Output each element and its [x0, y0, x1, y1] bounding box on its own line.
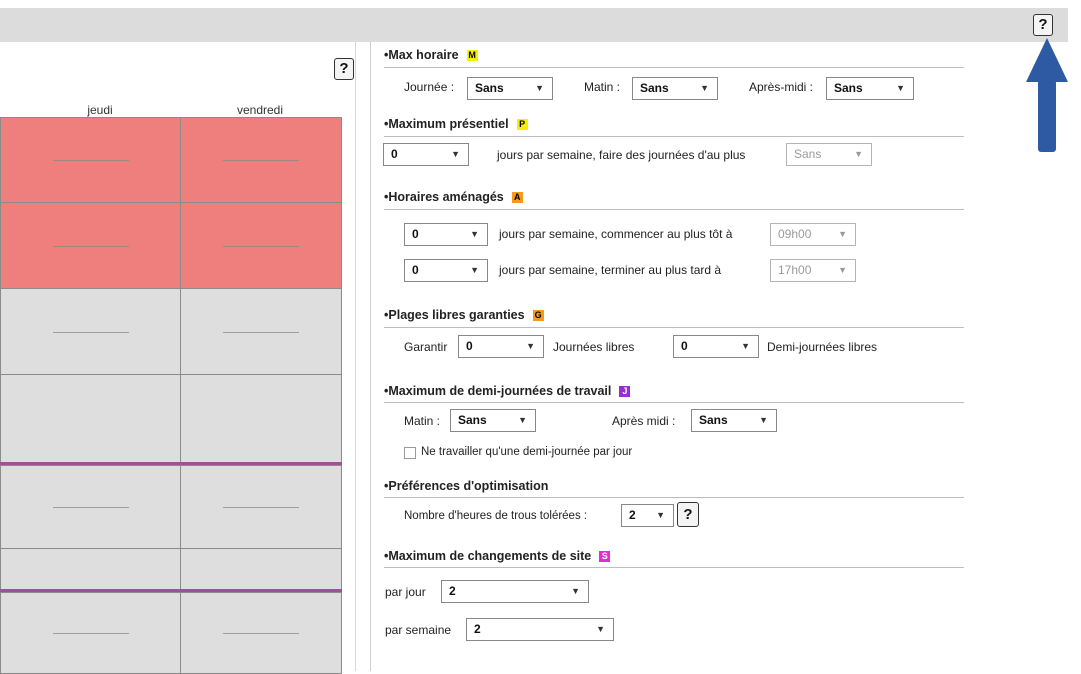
matin-label: Matin : — [584, 80, 621, 94]
timetable-cell[interactable] — [0, 288, 181, 375]
dropdown-arrow-icon: ▼ — [838, 265, 847, 275]
dropdown-arrow-icon: ▼ — [526, 341, 535, 351]
dropdown-arrow-icon: ▼ — [854, 149, 863, 159]
section-title-max-horaire: •Max horaire M — [384, 48, 478, 62]
section-rule — [384, 402, 964, 403]
section-title-changements-site: •Maximum de changements de site S — [384, 549, 611, 563]
dropdown-arrow-icon: ▼ — [896, 83, 905, 93]
dropdown-arrow-icon: ▼ — [470, 229, 479, 239]
badge-s: S — [599, 551, 611, 562]
section-title-optimisation: •Préférences d'optimisation — [384, 479, 549, 493]
dropdown-arrow-icon: ▼ — [451, 149, 460, 159]
section-rule — [384, 136, 964, 137]
apres-midi-select[interactable]: Sans ▼ — [826, 77, 914, 100]
section-rule — [384, 67, 964, 68]
timetable-cell[interactable] — [180, 202, 342, 289]
demi-journees-libres-select[interactable]: 0 ▼ — [673, 335, 759, 358]
badge-m: M — [466, 50, 478, 61]
dj-matin-select[interactable]: Sans ▼ — [450, 409, 536, 432]
timetable-cell[interactable] — [180, 117, 342, 203]
panel-divider — [370, 42, 371, 671]
timetable-cell[interactable] — [180, 548, 342, 590]
journees-libres-label: Journées libres — [553, 340, 635, 354]
timetable-cell[interactable] — [180, 374, 342, 464]
section-title-demi-journees: •Maximum de demi-journées de travail J — [384, 384, 631, 398]
demi-journee-checkbox-label: Ne travailler qu'une demi-journée par jo… — [421, 446, 633, 458]
badge-g: G — [532, 310, 544, 321]
dropdown-arrow-icon: ▼ — [596, 624, 605, 634]
dropdown-arrow-icon: ▼ — [470, 265, 479, 275]
section-title-max-presentiel: •Maximum présentiel P — [384, 117, 528, 131]
presentiel-text: jours par semaine, faire des journées d'… — [497, 148, 746, 162]
dj-apres-midi-select[interactable]: Sans ▼ — [691, 409, 777, 432]
section-title-plages-libres: •Plages libres garanties G — [384, 308, 544, 322]
demi-journee-checkbox[interactable] — [404, 447, 416, 459]
journees-libres-select[interactable]: 0 ▼ — [458, 335, 544, 358]
section-rule — [384, 497, 964, 498]
par-semaine-label: par semaine — [385, 623, 452, 637]
dropdown-arrow-icon: ▼ — [518, 415, 527, 425]
dropdown-arrow-icon: ▼ — [741, 341, 750, 351]
timetable-cell[interactable] — [180, 288, 342, 375]
amenages-end-time-select[interactable]: 17h00 ▼ — [770, 259, 856, 282]
timetable-help-button[interactable]: ? — [334, 58, 354, 80]
top-bar — [0, 8, 1068, 42]
dropdown-arrow-icon: ▼ — [700, 83, 709, 93]
dropdown-arrow-icon: ▼ — [838, 229, 847, 239]
presentiel-max-select[interactable]: Sans ▼ — [786, 143, 872, 166]
presentiel-days-select[interactable]: 0 ▼ — [383, 143, 469, 166]
timetable-cell[interactable] — [0, 202, 181, 289]
dj-apres-midi-label: Après midi : — [612, 414, 676, 428]
section-rule — [384, 567, 964, 568]
garantir-label: Garantir — [404, 340, 448, 354]
section-title-horaires-amenages: •Horaires aménagés A — [384, 190, 523, 204]
column-header-vendredi: vendredi — [236, 103, 284, 117]
dropdown-arrow-icon: ▼ — [759, 415, 768, 425]
matin-select[interactable]: Sans ▼ — [632, 77, 718, 100]
badge-j: J — [619, 386, 631, 397]
dropdown-arrow-icon: ▼ — [535, 83, 544, 93]
par-jour-select[interactable]: 2 ▼ — [441, 580, 589, 603]
timetable-cell[interactable] — [180, 592, 342, 674]
amenages-start-text: jours par semaine, commencer au plus tôt… — [499, 227, 733, 241]
demi-journees-libres-label: Demi-journées libres — [767, 340, 878, 354]
dropdown-arrow-icon: ▼ — [656, 510, 665, 520]
up-arrow-annotation-shaft — [1038, 80, 1056, 152]
timetable-cell[interactable] — [180, 465, 342, 549]
up-arrow-annotation-head — [1026, 38, 1068, 82]
badge-p: P — [516, 119, 528, 130]
journee-select[interactable]: Sans ▼ — [467, 77, 553, 100]
global-help-button[interactable]: ? — [1033, 14, 1053, 36]
amenages-end-text: jours par semaine, terminer au plus tard… — [499, 263, 722, 277]
dropdown-arrow-icon: ▼ — [571, 586, 580, 596]
section-rule — [384, 327, 964, 328]
par-semaine-select[interactable]: 2 ▼ — [466, 618, 614, 641]
par-jour-label: par jour — [385, 585, 426, 599]
column-header-jeudi: jeudi — [87, 103, 113, 117]
timetable-cell[interactable] — [0, 374, 181, 464]
timetable-cell[interactable] — [0, 465, 181, 549]
amenages-start-time-select[interactable]: 09h00 ▼ — [770, 223, 856, 246]
journee-label: Journée : — [404, 80, 455, 94]
timetable-cell[interactable] — [0, 548, 181, 590]
badge-a: A — [511, 192, 523, 203]
trous-label: Nombre d'heures de trous tolérées : — [404, 510, 588, 522]
apres-midi-label: Après-midi : — [749, 80, 814, 94]
section-rule — [384, 209, 964, 210]
timetable-panel: ? jeudi vendredi — [0, 42, 356, 674]
trous-select[interactable]: 2 ▼ — [621, 504, 674, 527]
amenages-end-days-select[interactable]: 0 ▼ — [404, 259, 488, 282]
dj-matin-label: Matin : — [404, 414, 441, 428]
optimisation-help-button[interactable]: ? — [677, 502, 699, 527]
timetable-cell[interactable] — [0, 592, 181, 674]
amenages-start-days-select[interactable]: 0 ▼ — [404, 223, 488, 246]
timetable-cell[interactable] — [0, 117, 181, 203]
